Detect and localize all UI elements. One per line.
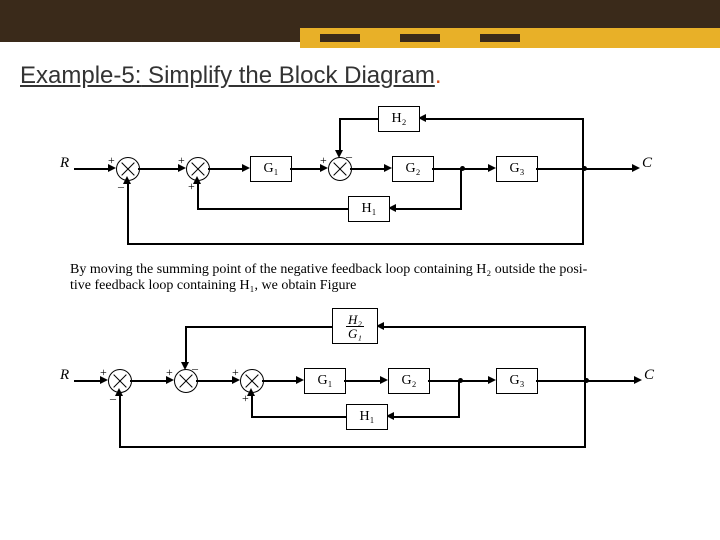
sign-minus: –	[346, 150, 352, 162]
frac-den: G₁	[346, 327, 364, 340]
slide-title: Example-5: Simplify the Block Diagram.	[20, 62, 720, 90]
block-G1: G₁	[250, 156, 292, 182]
arrow-right-icon	[296, 376, 304, 384]
arrow-up-icon	[193, 176, 201, 184]
wire	[380, 326, 585, 328]
wire	[119, 446, 585, 448]
wire	[290, 168, 324, 170]
block-G1: G₁	[304, 368, 346, 394]
block-diagram-top: R + – + + G₁ + – G₂ G₃ C H₂ H₁	[60, 98, 660, 248]
wire	[344, 380, 384, 382]
sign-plus: +	[178, 154, 185, 166]
wire	[196, 380, 236, 382]
label-C: C	[642, 156, 652, 171]
block-G2: G₂	[392, 156, 434, 182]
block-H1: H₁	[348, 196, 390, 222]
wire	[582, 168, 584, 245]
wire	[185, 326, 332, 328]
wire	[584, 380, 586, 448]
sign-plus: +	[166, 366, 173, 378]
caption-line1: By moving the summing point of the negat…	[70, 262, 587, 277]
arrow-down-icon	[335, 150, 343, 158]
wire	[127, 180, 129, 244]
block-H2: H₂	[378, 106, 420, 132]
wire	[130, 380, 170, 382]
block-H2-over-G1: H₂G₁	[332, 308, 378, 344]
arrow-right-icon	[634, 376, 642, 384]
wire	[127, 243, 583, 245]
arrow-right-icon	[380, 376, 388, 384]
sign-plus: +	[108, 154, 115, 166]
wire	[185, 326, 187, 366]
wire	[582, 118, 584, 168]
wire	[392, 208, 461, 210]
slot-icon	[320, 34, 360, 42]
block-G2: G₂	[388, 368, 430, 394]
label-C: C	[644, 368, 654, 383]
wire	[251, 416, 346, 418]
slide-banner	[0, 0, 720, 42]
arrow-down-icon	[181, 362, 189, 370]
label-R: R	[60, 368, 69, 383]
label-R: R	[60, 156, 69, 171]
wire	[584, 326, 586, 380]
slot-icon	[400, 34, 440, 42]
wire	[339, 118, 378, 120]
frac-num: H₂	[346, 313, 364, 327]
fraction: H₂G₁	[346, 313, 364, 340]
sign-plus: +	[320, 154, 327, 166]
wire	[138, 168, 182, 170]
wire	[458, 380, 460, 418]
arrow-up-icon	[115, 388, 123, 396]
title-text: Simplify the Block Diagram	[141, 62, 434, 89]
wire	[197, 208, 348, 210]
caption-text: By moving the summing point of the negat…	[70, 262, 630, 294]
caption-line2: tive feedback loop containing H₁, we obt…	[70, 278, 356, 293]
title-prefix: Example-5:	[20, 62, 141, 89]
arrow-right-icon	[242, 164, 250, 172]
title-punct: .	[435, 62, 442, 89]
slot-icon	[480, 34, 520, 42]
sign-plus: +	[100, 366, 107, 378]
arrow-right-icon	[632, 164, 640, 172]
block-G3: G₃	[496, 368, 538, 394]
sign-minus: –	[192, 362, 198, 374]
wire	[119, 392, 121, 447]
wire	[74, 168, 112, 170]
sign-plus: +	[232, 366, 239, 378]
wire	[262, 380, 300, 382]
wire	[350, 168, 388, 170]
wire	[390, 416, 459, 418]
wire	[339, 118, 341, 154]
block-H1: H₁	[346, 404, 388, 430]
arrow-right-icon	[384, 164, 392, 172]
arrow-right-icon	[488, 376, 496, 384]
arrow-up-icon	[123, 176, 131, 184]
wire	[460, 168, 462, 210]
wire	[208, 168, 246, 170]
arrow-right-icon	[488, 164, 496, 172]
wire	[422, 118, 583, 120]
block-G3: G₃	[496, 156, 538, 182]
wire	[197, 180, 199, 209]
arrow-up-icon	[247, 388, 255, 396]
block-diagram-bottom: R + – + – + + G₁ G₂ G₃ C H₂G₁ H₁	[60, 302, 660, 452]
